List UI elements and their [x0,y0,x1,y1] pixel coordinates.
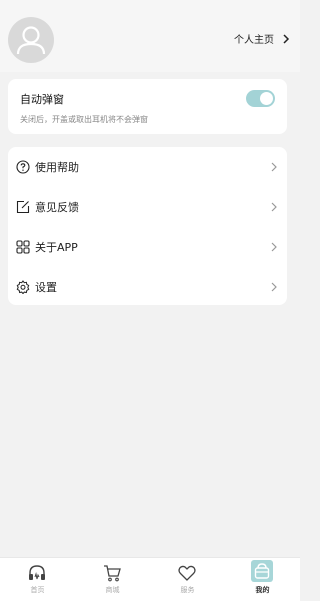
chevron-right-icon [283,33,290,44]
menu-item-label: 使用帮助 [35,161,79,174]
heart-icon [178,565,196,581]
tab-service[interactable]: 服务 [150,558,225,601]
tab-mine[interactable]: 我的 [225,558,300,601]
gear-icon [16,280,30,294]
avatar[interactable] [8,17,54,63]
tab-home[interactable]: 首页 [0,558,75,601]
menu-item-label: 意见反馈 [35,201,79,214]
feedback-edit-icon [16,200,30,214]
auto-popup-title: 自动弹窗 [20,93,64,106]
menu-item-help[interactable]: 使用帮助 [8,147,287,187]
cart-icon [104,565,121,582]
user-silhouette-icon [16,26,46,55]
profile-link-label: 个人主页 [234,35,274,46]
grid-icon [16,240,30,254]
toggle-knob [260,92,273,105]
auto-popup-card: 自动弹窗 关闭后，开盖或取出耳机将不会弹窗 [8,79,287,134]
menu-item-label: 关于APP [35,241,78,254]
tab-label: 商城 [105,586,120,594]
tab-label: 首页 [30,586,45,594]
menu-item-settings[interactable]: 设置 [8,267,287,307]
menu-item-label: 设置 [35,281,57,294]
help-circle-icon [16,160,30,174]
menu-item-feedback[interactable]: 意见反馈 [8,187,287,227]
headphones-icon [29,565,45,580]
chevron-right-icon [271,242,277,252]
menu-item-about[interactable]: 关于APP [8,227,287,267]
tab-shop[interactable]: 商城 [75,558,150,601]
chevron-right-icon [271,162,277,172]
tab-label: 我的 [255,586,270,594]
chevron-right-icon [271,202,277,212]
profile-header: 个人主页 [0,0,300,72]
auto-popup-description: 关闭后，开盖或取出耳机将不会弹窗 [20,115,148,124]
tab-label: 服务 [180,586,195,594]
user-bag-icon [251,560,273,582]
auto-popup-toggle[interactable] [246,90,275,107]
bottom-tab-bar: 首页 商城 服务 我的 [0,557,300,601]
profile-link[interactable]: 个人主页 [234,31,290,46]
chevron-right-icon [271,282,277,292]
menu-card: 使用帮助 意见反馈 关于APP 设置 [8,147,287,305]
